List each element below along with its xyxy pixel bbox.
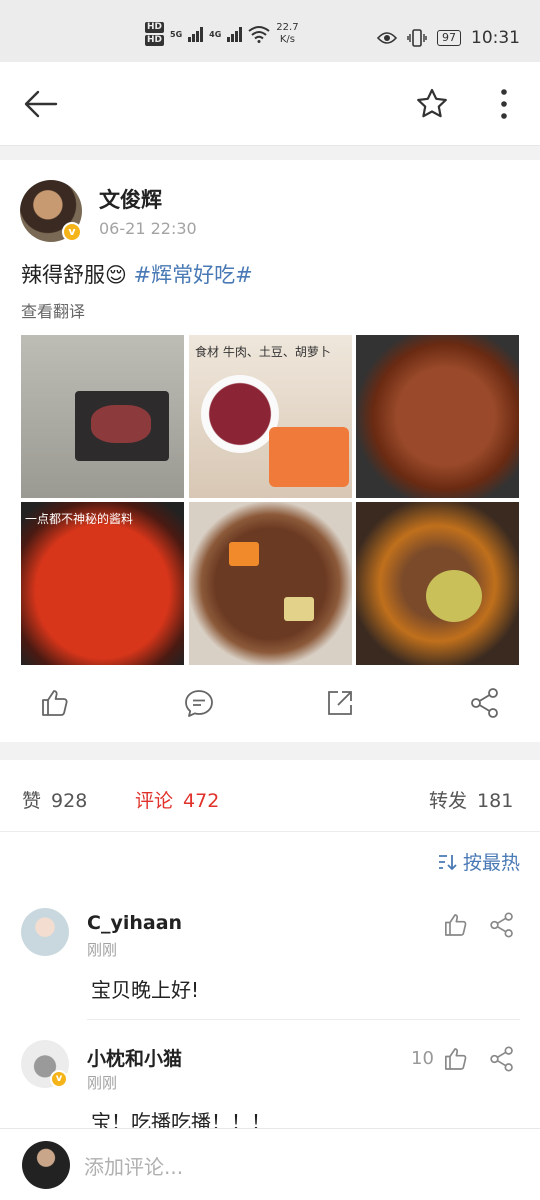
network-indicators: HD HD 5G 4G 22.7 K/s xyxy=(145,22,299,46)
user-avatar[interactable] xyxy=(22,1141,70,1189)
like-button[interactable] xyxy=(36,685,76,725)
post-photo-4[interactable]: 一点都不神秘的酱料 xyxy=(21,502,184,665)
comment-time: 刚刚 xyxy=(87,1074,118,1092)
signal-icon xyxy=(188,26,204,42)
comment-like-button[interactable] xyxy=(440,1044,470,1074)
more-vertical-icon xyxy=(501,89,507,119)
more-button[interactable] xyxy=(490,86,518,122)
post-actions xyxy=(0,685,540,725)
share-icon xyxy=(490,1046,513,1072)
network-4g-label: 4G xyxy=(209,29,222,39)
post-photo-3[interactable] xyxy=(356,335,519,498)
arrow-left-icon xyxy=(24,90,58,118)
post-card: v 文俊辉 06-21 22:30 辣得舒服😌 #辉常好吃# 查看翻译 食材 牛… xyxy=(0,160,540,742)
tab-reposts[interactable]: 转发 181 xyxy=(429,786,513,813)
comment-button[interactable] xyxy=(181,685,221,725)
status-bar: HD HD 5G 4G 22.7 K/s 97 10:31 xyxy=(0,0,540,62)
photo-caption: 一点都不神秘的酱料 xyxy=(25,512,134,526)
share-icon xyxy=(471,688,498,718)
comment-share-button[interactable] xyxy=(487,910,517,940)
commenter-name[interactable]: C_yihaan xyxy=(87,912,182,934)
comment-item: v 小枕和小猫 刚刚 宝！吃播吃播！！！ 10 xyxy=(0,1020,540,1134)
network-speed: 22.7 K/s xyxy=(276,22,299,45)
translate-link[interactable]: 查看翻译 xyxy=(21,298,85,322)
comment-input[interactable]: 添加评论... xyxy=(84,1151,183,1180)
commenter-name[interactable]: 小枕和小猫 xyxy=(87,1044,182,1071)
post-photo-5[interactable] xyxy=(189,502,352,665)
post-text: 辣得舒服😌 #辉常好吃# xyxy=(21,259,253,289)
status-right: 97 10:31 xyxy=(377,28,520,48)
tab-comments[interactable]: 评论 472 xyxy=(135,786,219,813)
hd-badge: HD xyxy=(145,35,165,46)
post-time: 06-21 22:30 xyxy=(99,219,197,238)
comment-like-button[interactable] xyxy=(440,910,470,940)
signal-icon xyxy=(227,26,243,42)
author-name[interactable]: 文俊辉 xyxy=(99,184,162,214)
wifi-icon xyxy=(248,26,270,43)
thumbs-up-icon xyxy=(445,1048,467,1070)
photo-caption: 食材 牛肉、土豆、胡萝卜 xyxy=(195,345,331,359)
favorite-button[interactable] xyxy=(414,86,450,122)
engagement-tabs: 赞 928 评论 472 转发 181 xyxy=(0,760,540,832)
comment-list: C_yihaan 刚刚 宝贝晚上好! v 小枕和小猫 刚刚 宝！吃播吃播！！！ … xyxy=(0,890,540,1134)
sort-bar: 按最热 xyxy=(0,832,540,890)
comment-item: C_yihaan 刚刚 宝贝晚上好! xyxy=(0,890,540,1020)
clock: 10:31 xyxy=(471,28,520,48)
back-button[interactable] xyxy=(22,86,62,122)
tab-likes[interactable]: 赞 928 xyxy=(22,786,87,813)
photo-grid: 食材 牛肉、土豆、胡萝卜 一点都不神秘的酱料 xyxy=(21,335,519,665)
hd-badge: HD xyxy=(145,22,165,33)
comment-input-bar: 添加评论... xyxy=(0,1128,540,1200)
comment-time: 刚刚 xyxy=(87,941,118,959)
share-icon xyxy=(490,912,513,938)
comment-like-count: 10 xyxy=(411,1048,434,1069)
share-button[interactable] xyxy=(467,685,507,725)
post-photo-6[interactable] xyxy=(356,502,519,665)
battery-icon: 97 xyxy=(437,30,461,46)
star-icon xyxy=(417,88,447,118)
comment-share-button[interactable] xyxy=(487,1044,517,1074)
top-nav-bar xyxy=(0,62,540,146)
thumbs-up-icon xyxy=(445,914,467,936)
external-link-icon xyxy=(328,691,352,715)
post-photo-1[interactable] xyxy=(21,335,184,498)
post-body: 辣得舒服😌 xyxy=(21,263,134,287)
comment-icon xyxy=(185,690,213,717)
comment-text: 宝贝晚上好! xyxy=(91,978,200,1002)
repost-button[interactable] xyxy=(322,685,362,725)
vibrate-icon xyxy=(407,29,427,47)
verified-icon: v xyxy=(50,1070,68,1088)
thumbs-up-icon xyxy=(42,690,68,716)
network-5g-label: 5G xyxy=(170,29,183,39)
verified-icon: v xyxy=(62,222,82,242)
sort-icon xyxy=(438,855,457,871)
commenter-avatar[interactable] xyxy=(21,908,69,956)
post-photo-2[interactable]: 食材 牛肉、土豆、胡萝卜 xyxy=(189,335,352,498)
hashtag-link[interactable]: #辉常好吃# xyxy=(134,263,253,287)
sort-button[interactable]: 按最热 xyxy=(437,848,520,875)
eye-icon xyxy=(377,32,397,44)
